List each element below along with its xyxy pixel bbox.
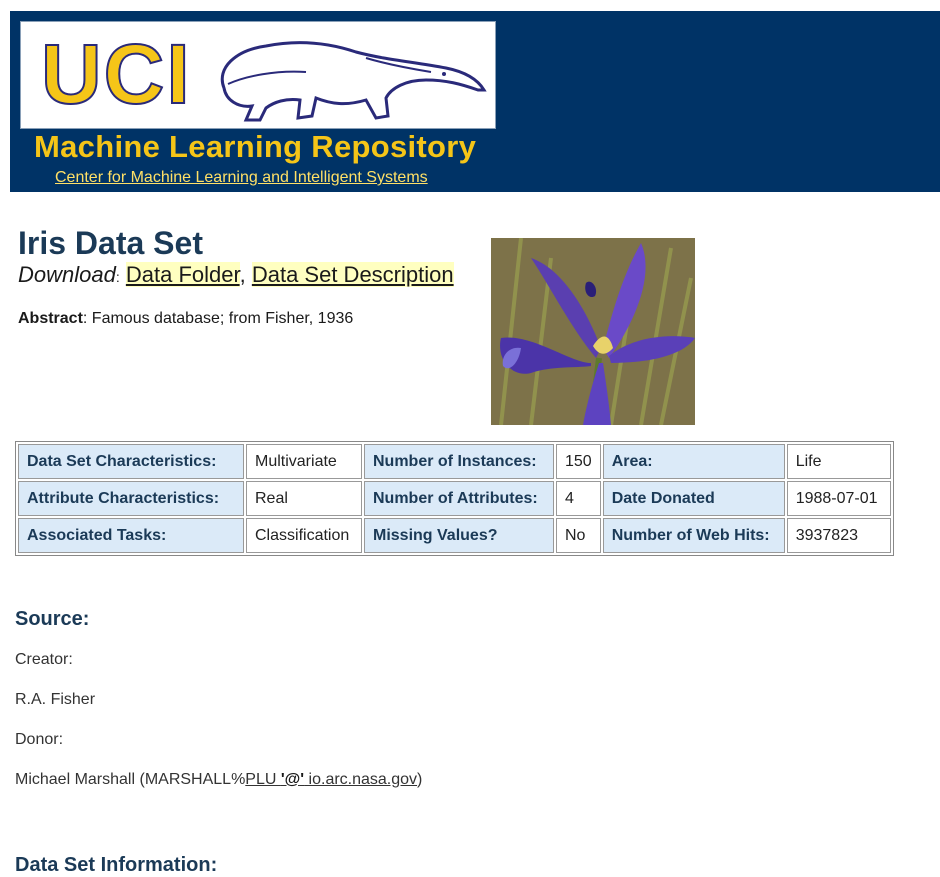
creator-label: Creator:: [15, 651, 73, 668]
dataset-meta-table: Data Set Characteristics: Multivariate N…: [15, 441, 894, 556]
donor-link-domain: io.arc.nasa.gov: [304, 771, 418, 788]
table-cell: 150: [556, 444, 601, 479]
donor-link-at: '@': [280, 771, 305, 788]
abstract-text: : Famous database; from Fisher, 1936: [82, 310, 354, 327]
data-set-information-heading: Data Set Information:: [15, 854, 218, 876]
anteater-icon: [220, 41, 487, 122]
abstract-label: Abstract: [18, 310, 83, 327]
table-row: Associated Tasks: Classification Missing…: [18, 518, 891, 553]
site-banner: UCI Machine Learning Repository Center f…: [10, 11, 940, 192]
table-cell: Number of Web Hits:: [602, 518, 785, 553]
table-cell: 4: [556, 481, 601, 516]
donor-label: Donor:: [15, 731, 64, 748]
donor-email-link[interactable]: PLU '@' io.arc.nasa.gov: [245, 771, 417, 788]
source-heading: Source:: [15, 608, 90, 630]
table-cell: Area:: [602, 444, 785, 479]
table-cell: Missing Values?: [364, 518, 554, 553]
download-label: Download: [18, 262, 116, 287]
download-line: Download: Data Folder, Data Set Descript…: [18, 262, 454, 288]
donor-prefix: Michael Marshall (MARSHALL%: [15, 771, 246, 788]
table-cell: 1988-07-01: [786, 481, 891, 516]
donor-suffix: ): [417, 771, 423, 788]
download-colon: :: [115, 269, 120, 285]
data-description-link[interactable]: Data Set Description: [251, 262, 454, 287]
table-cell: Attribute Characteristics:: [18, 481, 244, 516]
page-title: Iris Data Set: [18, 225, 203, 261]
data-folder-link[interactable]: Data Folder: [125, 262, 240, 287]
table-cell: No: [556, 518, 601, 553]
uci-logo-text: UCI: [40, 26, 192, 122]
download-comma: ,: [239, 262, 246, 287]
table-cell: 3937823: [786, 518, 891, 553]
table-row: Data Set Characteristics: Multivariate N…: [18, 444, 891, 479]
repository-title: Machine Learning Repository: [34, 129, 477, 164]
table-cell: Classification: [246, 518, 362, 553]
table-cell: Number of Instances:: [364, 444, 554, 479]
table-cell: Multivariate: [246, 444, 362, 479]
abstract: Abstract: Famous database; from Fisher, …: [18, 310, 353, 328]
table-row: Attribute Characteristics: Real Number o…: [18, 481, 891, 516]
uci-logo[interactable]: UCI: [20, 21, 496, 129]
table-cell: Real: [246, 481, 362, 516]
iris-image: [491, 238, 695, 425]
iris-flower-icon: [491, 238, 695, 425]
table-cell: Associated Tasks:: [18, 518, 244, 553]
table-cell: Date Donated: [602, 481, 785, 516]
donor-line: Michael Marshall (MARSHALL%PLU '@' io.ar…: [15, 771, 422, 789]
table-cell: Data Set Characteristics:: [18, 444, 244, 479]
center-link[interactable]: Center for Machine Learning and Intellig…: [55, 169, 428, 187]
donor-link-part: PLU: [245, 771, 281, 788]
creator-name: R.A. Fisher: [15, 691, 96, 708]
table-cell: Life: [786, 444, 891, 479]
table-cell: Number of Attributes:: [364, 481, 554, 516]
